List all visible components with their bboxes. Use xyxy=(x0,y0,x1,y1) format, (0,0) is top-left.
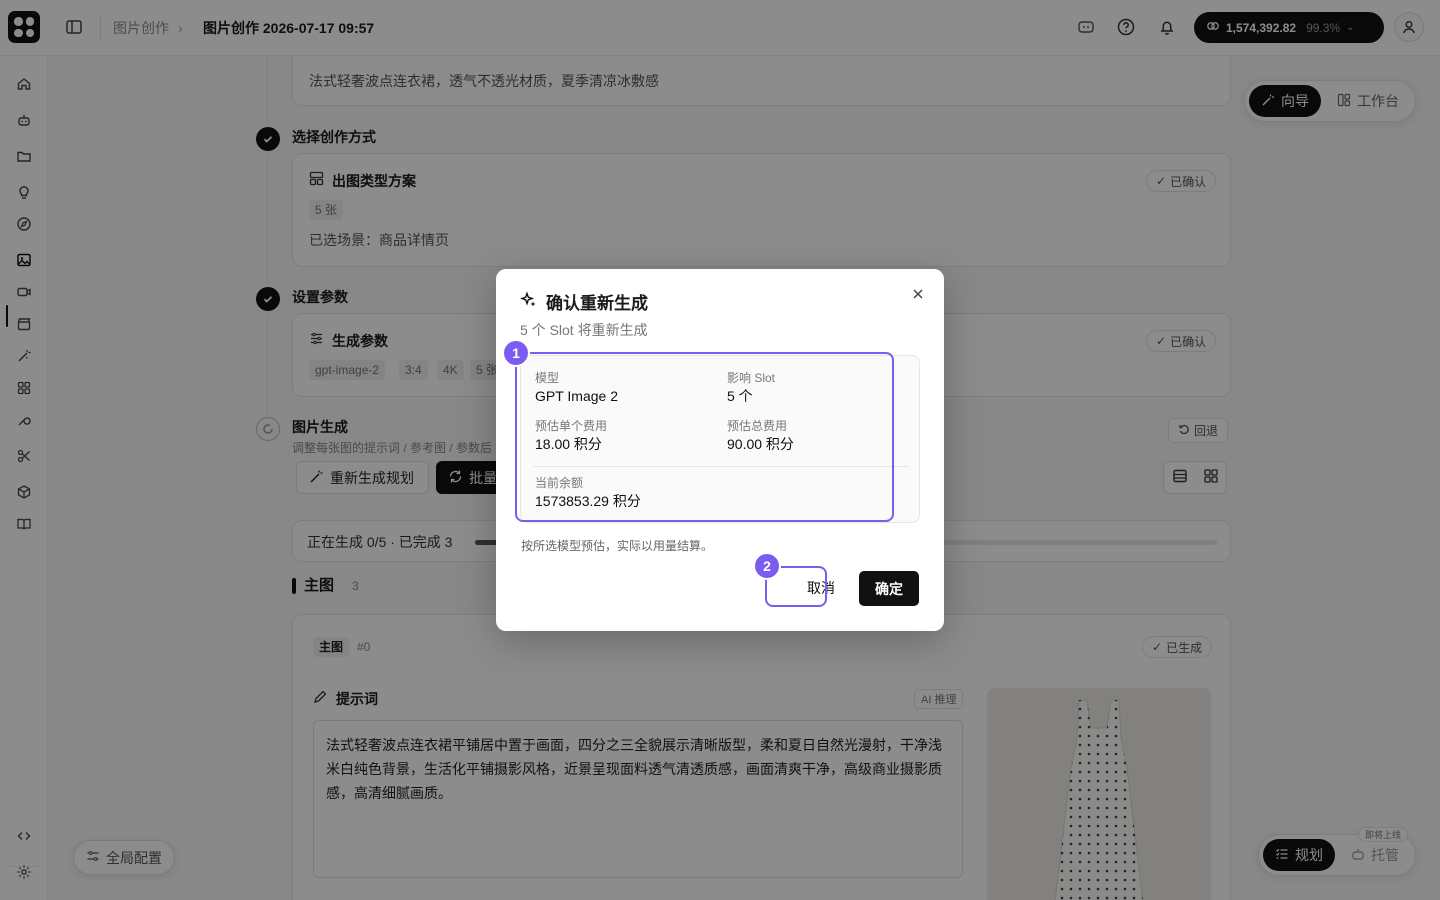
confirm-button[interactable]: 确定 xyxy=(859,571,919,606)
sparkles-icon xyxy=(519,291,538,316)
highlight-box-cost-info xyxy=(515,352,894,522)
annotation-badge-2: 2 xyxy=(753,552,781,580)
estimate-note: 按所选模型预估，实际以用量结算。 xyxy=(521,539,714,553)
close-icon[interactable] xyxy=(910,286,926,302)
dialog-subtitle: 5 个 Slot 将重新生成 xyxy=(520,322,648,338)
annotation-badge-1: 1 xyxy=(502,339,530,367)
dialog-title: 确认重新生成 xyxy=(519,291,648,316)
